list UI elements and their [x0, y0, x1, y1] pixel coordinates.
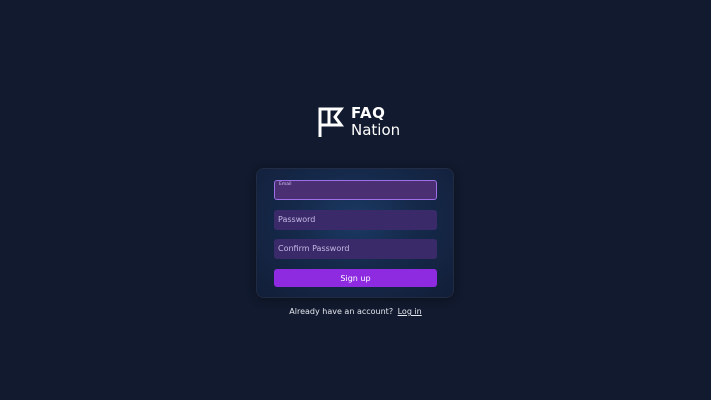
confirm-password-field[interactable]: Confirm Password	[274, 239, 437, 259]
login-prompt-text: Already have an account?	[289, 307, 394, 316]
email-label: Email	[279, 182, 292, 187]
sign-up-button[interactable]: Sign up	[274, 269, 437, 287]
password-field[interactable]: Password	[274, 210, 437, 230]
login-link[interactable]: Log in	[398, 307, 422, 316]
brand-name-line2: Nation	[351, 121, 401, 139]
email-field[interactable]: Email	[274, 180, 437, 200]
password-placeholder: Password	[278, 215, 316, 224]
login-prompt: Already have an account? Log in	[0, 307, 711, 316]
brand-name: FAQ Nation	[351, 105, 400, 139]
brand-logo[interactable]: FAQ Nation	[317, 105, 400, 139]
flag-icon	[318, 107, 344, 137]
signup-card: Email Password Confirm Password Sign up	[257, 169, 453, 297]
confirm-password-placeholder: Confirm Password	[278, 244, 350, 253]
brand-name-line1: FAQ	[351, 104, 386, 122]
signup-page: FAQ Nation Email Password Confirm Passwo…	[0, 0, 711, 400]
